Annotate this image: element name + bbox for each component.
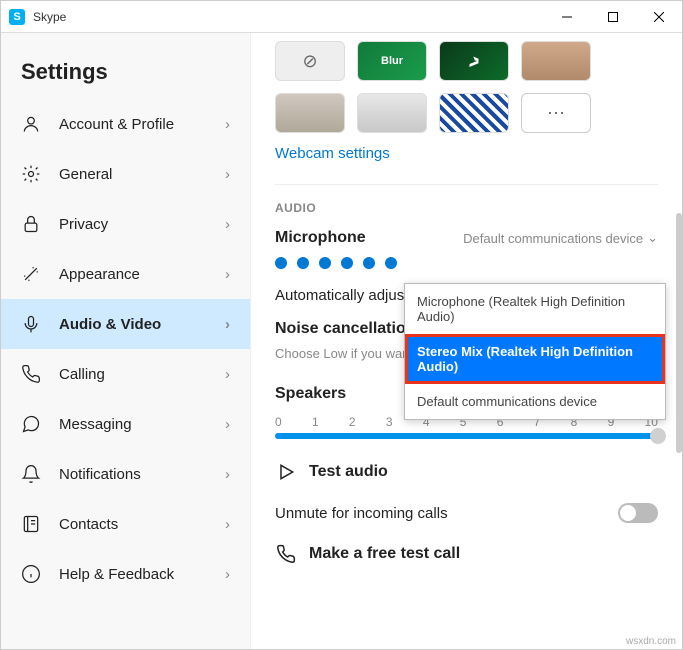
sidebar-item-label: Appearance <box>59 266 140 283</box>
maximize-button[interactable] <box>590 1 636 33</box>
profile-icon <box>21 114 41 134</box>
background-thumbnails-row-2: ⋯ <box>275 93 658 133</box>
gear-icon <box>21 164 41 184</box>
close-button[interactable] <box>636 1 682 33</box>
sidebar-item-appearance[interactable]: Appearance › <box>1 249 250 299</box>
minimize-button[interactable] <box>544 1 590 33</box>
settings-content: ⊘ Blur ⋯ Webcam settings AUDIO Microphon… <box>251 33 682 649</box>
settings-heading: Settings <box>1 41 250 99</box>
sidebar-item-privacy[interactable]: Privacy › <box>1 199 250 249</box>
sidebar-item-label: Help & Feedback <box>59 566 174 583</box>
background-preset-2[interactable] <box>275 93 345 133</box>
app-title: Skype <box>33 10 66 24</box>
background-more[interactable]: ⋯ <box>521 93 591 133</box>
watermark: wsxdn.com <box>626 636 676 647</box>
sidebar-item-label: Account & Profile <box>59 116 174 133</box>
sidebar-item-label: Privacy <box>59 216 108 233</box>
chevron-right-icon: › <box>225 216 230 233</box>
free-test-call-button[interactable]: Make a free test call <box>275 543 658 565</box>
microphone-row: Microphone Default communications device… <box>275 229 658 247</box>
scrollbar[interactable] <box>676 213 682 453</box>
chevron-right-icon: › <box>225 516 230 533</box>
titlebar: S Skype <box>1 1 682 33</box>
dropdown-option[interactable]: Default communications device <box>405 384 665 419</box>
bell-icon <box>21 464 41 484</box>
slider-thumb[interactable] <box>650 428 666 444</box>
sidebar-item-help[interactable]: Help & Feedback › <box>1 549 250 599</box>
sidebar-item-label: Contacts <box>59 516 118 533</box>
chevron-right-icon: › <box>225 116 230 133</box>
slider-track <box>275 433 658 439</box>
unmute-toggle[interactable] <box>618 503 658 523</box>
background-thumbnails-row-1: ⊘ Blur <box>275 41 658 81</box>
sidebar-item-messaging[interactable]: Messaging › <box>1 399 250 449</box>
background-none[interactable]: ⊘ <box>275 41 345 81</box>
chevron-right-icon: › <box>225 266 230 283</box>
unmute-toggle-row: Unmute for incoming calls <box>275 503 658 523</box>
chat-icon <box>21 414 41 434</box>
chevron-right-icon: › <box>225 316 230 333</box>
chevron-right-icon: › <box>225 566 230 583</box>
microphone-icon <box>21 314 41 334</box>
background-bing[interactable] <box>439 41 509 81</box>
divider <box>275 184 658 185</box>
speakers-label: Speakers <box>275 385 346 403</box>
sidebar-item-general[interactable]: General › <box>1 149 250 199</box>
sidebar-item-notifications[interactable]: Notifications › <box>1 449 250 499</box>
skype-logo: S <box>9 9 25 25</box>
microphone-label: Microphone <box>275 229 366 247</box>
webcam-settings-link[interactable]: Webcam settings <box>275 145 658 162</box>
chevron-down-icon: ⌄ <box>647 230 658 246</box>
sidebar-item-contacts[interactable]: Contacts › <box>1 499 250 549</box>
contacts-icon <box>21 514 41 534</box>
sidebar-item-account[interactable]: Account & Profile › <box>1 99 250 149</box>
settings-sidebar: Settings Account & Profile › General › P… <box>1 33 251 649</box>
play-icon <box>275 461 297 483</box>
chevron-right-icon: › <box>225 416 230 433</box>
unmute-label: Unmute for incoming calls <box>275 505 448 522</box>
sidebar-item-label: Notifications <box>59 466 141 483</box>
background-blur[interactable]: Blur <box>357 41 427 81</box>
noise-cancellation-label: Noise cancellation <box>275 320 416 338</box>
sidebar-item-label: General <box>59 166 112 183</box>
microphone-device-dropdown[interactable]: Default communications device ⌄ <box>463 230 658 246</box>
sidebar-item-label: Calling <box>59 366 105 383</box>
background-preset-3[interactable] <box>357 93 427 133</box>
sidebar-item-label: Messaging <box>59 416 132 433</box>
wand-icon <box>21 264 41 284</box>
phone-icon <box>21 364 41 384</box>
test-audio-button[interactable]: Test audio <box>275 461 658 483</box>
dropdown-option-selected[interactable]: Stereo Mix (Realtek High Definition Audi… <box>405 334 665 384</box>
dropdown-option[interactable]: Microphone (Realtek High Definition Audi… <box>405 284 665 334</box>
sidebar-item-audio-video[interactable]: Audio & Video › <box>1 299 250 349</box>
audio-section-label: AUDIO <box>275 201 658 215</box>
background-preset-1[interactable] <box>521 41 591 81</box>
microphone-dropdown-menu: Microphone (Realtek High Definition Audi… <box>404 283 666 420</box>
chevron-right-icon: › <box>225 366 230 383</box>
sidebar-item-calling[interactable]: Calling › <box>1 349 250 399</box>
phone-icon <box>275 543 297 565</box>
chevron-right-icon: › <box>225 466 230 483</box>
sidebar-item-label: Audio & Video <box>59 316 161 333</box>
lock-icon <box>21 214 41 234</box>
info-icon <box>21 564 41 584</box>
chevron-right-icon: › <box>225 166 230 183</box>
microphone-level-meter <box>275 257 658 269</box>
background-preset-4[interactable] <box>439 93 509 133</box>
